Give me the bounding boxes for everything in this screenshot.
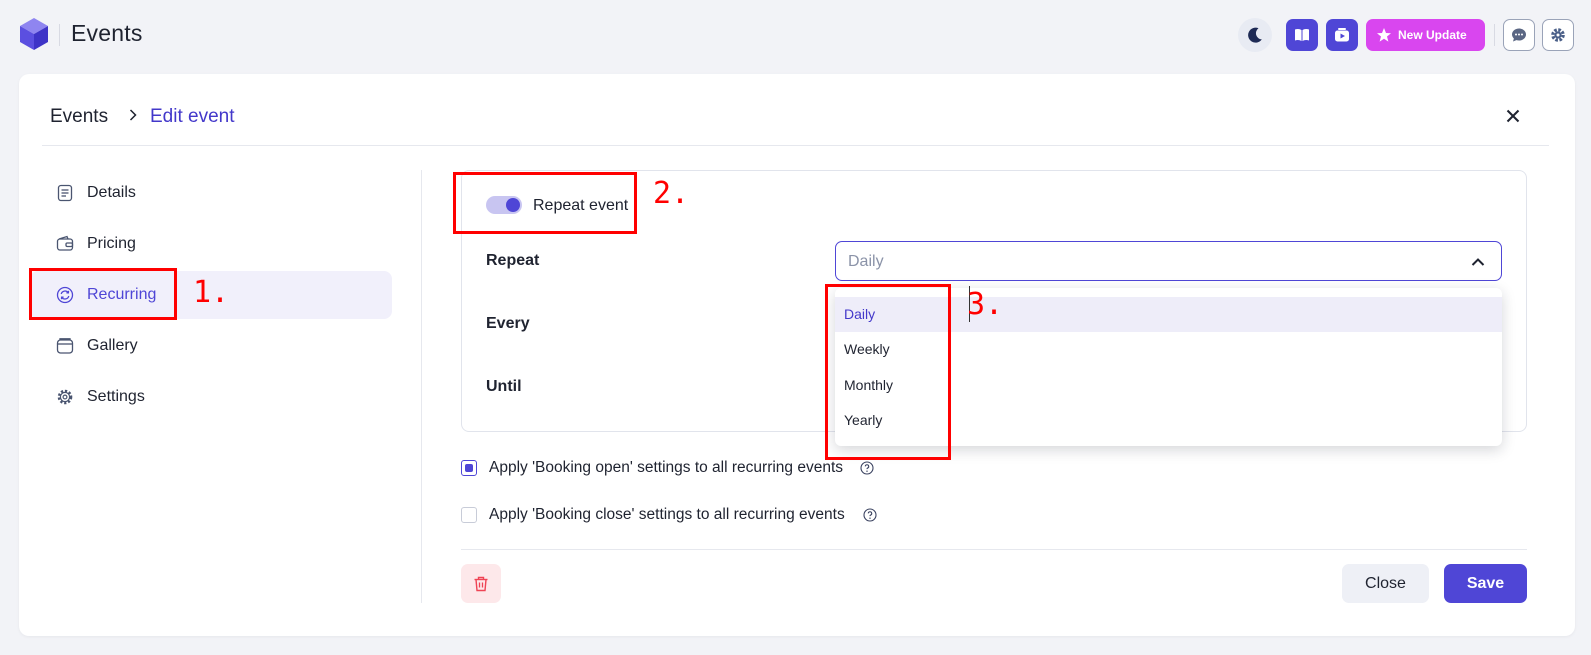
annotation-number-3: 3.: [967, 287, 1004, 322]
breadcrumb-root[interactable]: Events: [50, 106, 108, 128]
document-icon: [57, 184, 73, 202]
sidebar-divider: [421, 170, 422, 603]
annotation-box-repeat-event: [453, 172, 637, 234]
footer-divider: [461, 549, 1527, 550]
settings-button[interactable]: [1542, 19, 1574, 51]
booking-open-label: Apply 'Booking open' settings to all rec…: [489, 459, 844, 476]
docs-button[interactable]: [1286, 19, 1318, 51]
sidebar-item-settings[interactable]: Settings: [30, 373, 392, 421]
video-icon: [1335, 28, 1349, 42]
gear-icon: [1551, 28, 1565, 42]
until-label: Until: [486, 378, 522, 395]
gallery-icon: [56, 338, 74, 354]
save-button[interactable]: Save: [1444, 564, 1527, 603]
every-label: Every: [486, 315, 530, 332]
trash-icon: [474, 576, 488, 591]
close-icon[interactable]: [1506, 109, 1520, 123]
repeat-select[interactable]: Daily: [835, 241, 1502, 281]
moon-icon: [1248, 27, 1262, 43]
chat-button[interactable]: [1503, 19, 1535, 51]
logo-divider: [59, 24, 60, 46]
book-icon: [1295, 29, 1309, 42]
sidebar-item-label: Settings: [87, 388, 145, 405]
video-tutorial-button[interactable]: [1326, 19, 1358, 51]
header-divider: [42, 145, 1549, 146]
booking-close-checkbox[interactable]: [461, 507, 477, 523]
new-update-label: New Update: [1398, 28, 1467, 42]
chevron-up-icon: [1471, 258, 1485, 266]
top-bar: Events New Update: [0, 0, 1591, 70]
chevron-right-icon: [129, 109, 137, 121]
sidebar-item-details[interactable]: Details: [30, 169, 392, 217]
edit-event-card: Events Edit event Details Pricing Recurr…: [19, 74, 1575, 636]
sidebar-item-pricing[interactable]: Pricing: [30, 220, 392, 268]
delete-button[interactable]: [461, 564, 501, 603]
booking-close-label: Apply 'Booking close' settings to all re…: [489, 506, 845, 523]
sidebar-item-label: Details: [87, 184, 136, 201]
wallet-icon: [56, 235, 74, 251]
annotation-box-dropdown: [825, 284, 951, 460]
repeat-select-value: Daily: [848, 253, 884, 270]
sidebar-item-label: Pricing: [87, 235, 136, 252]
app-title: Events: [71, 20, 143, 46]
annotation-number-1: 1.: [193, 275, 230, 310]
new-update-button[interactable]: New Update: [1366, 19, 1485, 51]
booking-open-checkbox[interactable]: [461, 460, 477, 476]
sidebar-item-gallery[interactable]: Gallery: [30, 322, 392, 370]
chat-icon: [1512, 28, 1526, 42]
repeat-label: Repeat: [486, 252, 540, 269]
theme-toggle-button[interactable]: [1238, 18, 1272, 52]
annotation-number-2: 2.: [653, 176, 690, 211]
breadcrumb-current: Edit event: [150, 106, 235, 127]
annotation-box-recurring: [29, 268, 177, 320]
star-icon: [1377, 28, 1391, 42]
help-icon[interactable]: [860, 461, 874, 475]
gear-icon: [57, 389, 73, 405]
topbar-divider: [1494, 24, 1495, 46]
logo-icon: [20, 18, 48, 50]
sidebar-item-label: Gallery: [87, 337, 138, 354]
help-icon[interactable]: [863, 508, 877, 522]
close-button[interactable]: Close: [1342, 564, 1429, 603]
